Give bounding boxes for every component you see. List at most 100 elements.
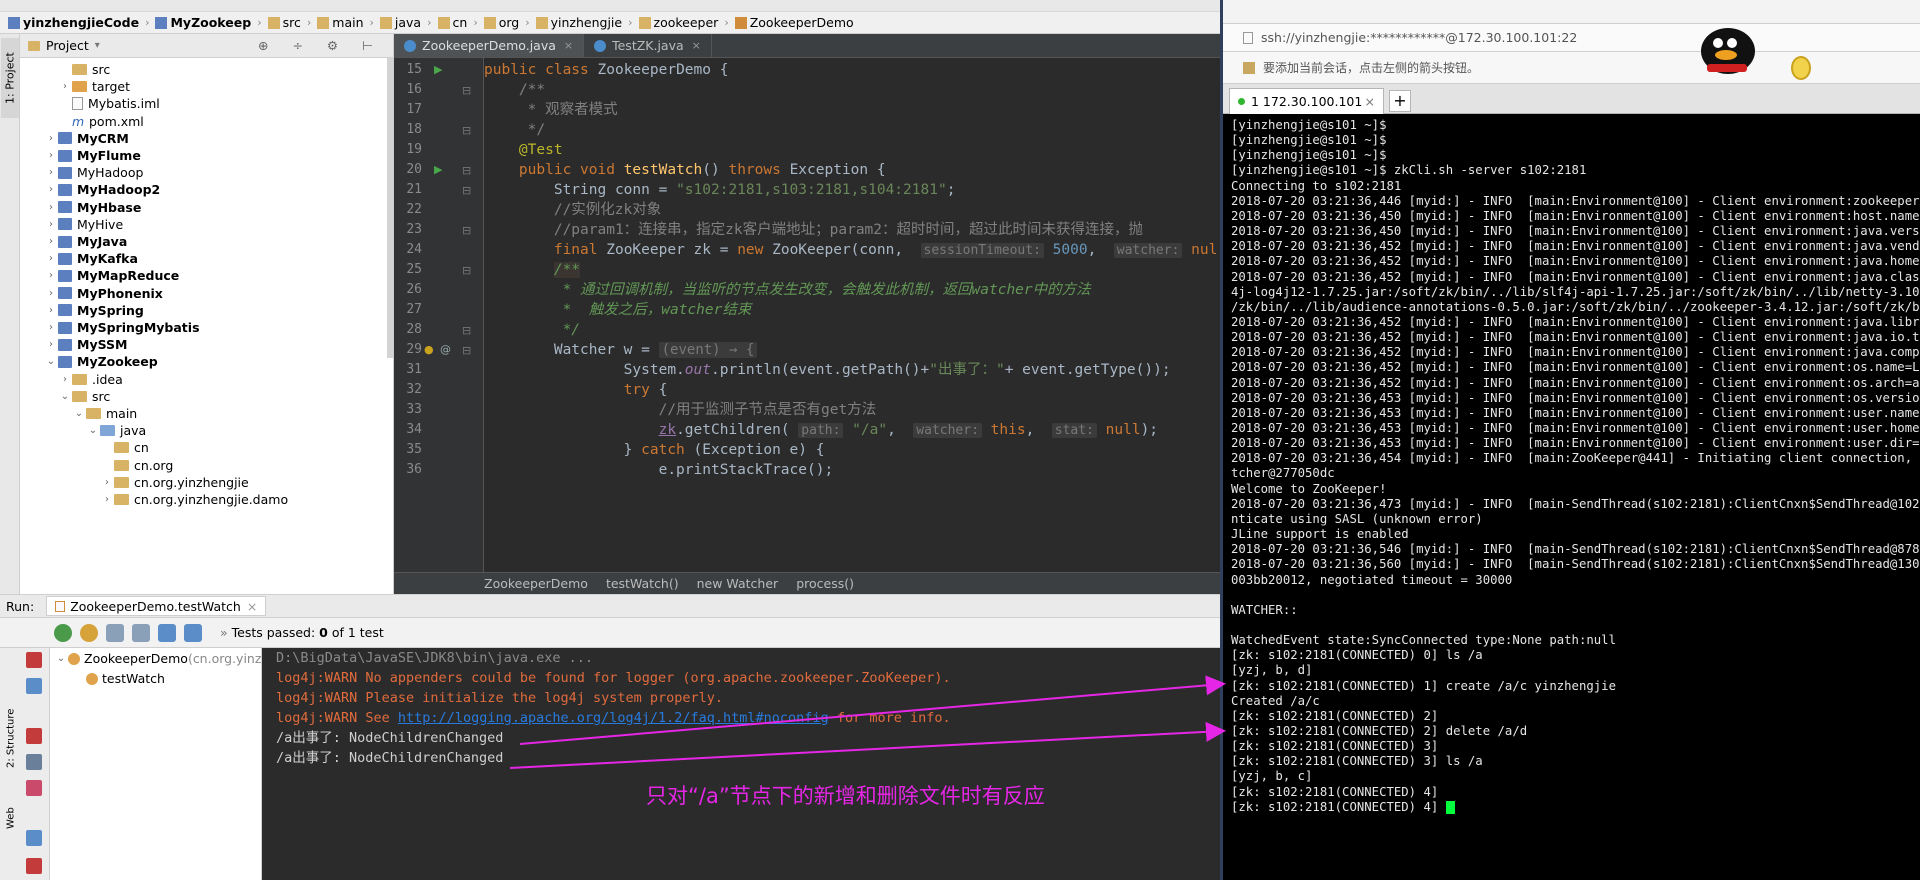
penguin-mascot-icon [1695, 22, 1761, 80]
fold-icon[interactable]: ⊟ [462, 124, 471, 137]
fold-icon[interactable]: ⊟ [462, 224, 471, 237]
line-number: 16 [406, 82, 422, 97]
breadcrumb-item[interactable]: zookeeper [635, 13, 723, 33]
terminal-tabs: 1 172.30.100.101 × + [1223, 84, 1920, 114]
breadcrumb-item[interactable]: java [376, 13, 425, 33]
fold-icon[interactable]: ⊟ [462, 264, 471, 277]
chevron-down-icon[interactable]: ▾ [95, 40, 100, 51]
breadcrumb-item[interactable]: ZookeeperDemo [731, 13, 858, 33]
terminal-screen[interactable]: [yinzhengjie@s101 ~]$ [yinzhengjie@s101 ~… [1223, 114, 1920, 880]
ignored-filter-icon[interactable] [80, 623, 98, 642]
breadcrumb-item[interactable]: cn [434, 13, 472, 33]
folder-icon [86, 408, 101, 419]
terminal-line: 2018-07-20 03:21:36,454 [myid:] - INFO [… [1231, 451, 1920, 466]
tool-tab-structure[interactable]: 2: Structure [2, 698, 20, 778]
ssh-terminal-window: ssh://yinzhengjie:************@172.30.10… [1220, 0, 1920, 880]
passed-filter-icon[interactable] [54, 623, 72, 642]
package-icon [535, 16, 548, 29]
terminal-tab-session[interactable]: 1 172.30.100.101 × [1229, 88, 1384, 114]
tool-tab-project[interactable]: 1: Project [1, 38, 19, 118]
chevron-down-icon[interactable]: ⌄ [72, 403, 86, 424]
run-icon[interactable]: ▶ [434, 163, 442, 176]
lock-icon [1243, 31, 1253, 44]
close-icon[interactable]: × [247, 599, 257, 614]
close-icon[interactable]: × [564, 39, 573, 52]
console-line: D:\BigData\JavaSE\JDK8\bin\java.exe ... [276, 650, 593, 666]
debug-stop-icon[interactable] [26, 728, 42, 744]
export-icon[interactable] [26, 678, 42, 694]
new-tab-button[interactable]: + [1389, 90, 1411, 112]
chevron-down-icon[interactable]: ⌄ [44, 351, 58, 372]
editor-tab[interactable]: TestZK.java × [584, 34, 712, 57]
camera-icon[interactable] [26, 754, 42, 770]
chevron-down-icon[interactable]: ⌄ [54, 648, 68, 669]
line-number: 15 [406, 62, 422, 77]
close-icon[interactable]: × [1365, 94, 1375, 109]
close-icon[interactable]: × [692, 39, 701, 52]
lightbulb-icon[interactable] [1791, 56, 1811, 80]
editor-breadcrumb-item[interactable]: testWatch() [606, 576, 679, 591]
breadcrumb-item[interactable]: src [264, 13, 305, 33]
sort-alpha-icon[interactable] [106, 623, 124, 642]
chevron-down-icon[interactable]: ⌄ [86, 420, 100, 441]
run-console[interactable]: D:\BigData\JavaSE\JDK8\bin\java.exe ... … [262, 648, 1220, 880]
override-icon[interactable]: @ [440, 343, 451, 356]
breadcrumb-separator: › [145, 16, 150, 29]
project-panel-actions[interactable]: ⊕ ÷ ⚙ ⊢ [258, 38, 383, 53]
test-tree-root[interactable]: ⌄ ZookeeperDemo (cn.org.yinz [54, 648, 261, 669]
editor-tabs: ZookeeperDemo.java × TestZK.java × [394, 34, 1220, 58]
project-panel-title[interactable]: Project [46, 38, 89, 53]
source-folder-icon [100, 425, 115, 437]
project-scrollbar[interactable] [387, 58, 393, 358]
package-icon [638, 16, 651, 29]
exit-icon[interactable] [26, 780, 42, 796]
breadcrumb-separator: › [473, 16, 478, 29]
chevron-down-icon[interactable]: ⌄ [58, 386, 72, 407]
fold-icon[interactable]: ⊟ [462, 184, 471, 197]
layout-icon[interactable] [26, 830, 42, 846]
sort-duration-icon[interactable] [132, 623, 150, 642]
terminal-line: 003bb20012, negotiated timeout = 30000 [1231, 572, 1513, 587]
run-icon[interactable]: ▶ [434, 63, 442, 76]
breadcrumb-item[interactable]: yinzhengjieCode [4, 13, 143, 33]
folder-icon [72, 373, 87, 385]
breadcrumb-item[interactable]: main [313, 13, 367, 33]
editor-breadcrumb-item[interactable]: process() [796, 576, 854, 591]
breadcrumb-item[interactable]: org [480, 13, 524, 33]
terminal-line: 2018-07-20 03:21:36,453 [myid:] - INFO [… [1231, 436, 1920, 451]
terminal-address-bar[interactable]: ssh://yinzhengjie:************@172.30.10… [1223, 24, 1920, 52]
java-file-icon [404, 39, 416, 52]
terminal-line: 2018-07-20 03:21:36,452 [myid:] - INFO [… [1231, 375, 1920, 390]
line-number: 24 [406, 242, 422, 257]
breadcrumb-separator: › [369, 16, 374, 29]
chevron-right-icon[interactable]: › [100, 489, 114, 510]
close-run-icon[interactable] [26, 858, 42, 874]
editor-tab[interactable]: ZookeeperDemo.java × [394, 34, 585, 57]
breadcrumb-item[interactable]: yinzhengjie [532, 13, 626, 33]
fold-icon[interactable]: ⊟ [462, 344, 471, 357]
module-icon [58, 183, 72, 196]
fold-icon[interactable]: ⊟ [462, 84, 471, 97]
terminal-line: [yinzhengjie@s101 ~]$ [1231, 133, 1387, 148]
console-line: log4j:WARN No appenders could be found f… [276, 670, 951, 686]
editor-breadcrumb-item[interactable]: ZookeeperDemo [484, 576, 588, 591]
tests-status: » Tests passed: 0 of 1 test [220, 625, 384, 640]
fold-icon[interactable]: ⊟ [462, 164, 471, 177]
terminal-line: /zk/bin/../lib/audience-annotations-0.5.… [1231, 299, 1920, 314]
breakpoint-icon[interactable]: ● [424, 343, 434, 356]
terminal-line: [zk: s102:2181(CONNECTED) 0] ls /a [1231, 648, 1483, 663]
breadcrumb-item[interactable]: MyZookeep [151, 13, 255, 33]
test-tree-child[interactable]: testWatch [86, 668, 165, 689]
collapse-all-icon[interactable] [184, 623, 202, 642]
editor-breadcrumb-item[interactable]: new Watcher [697, 576, 779, 591]
stop-icon[interactable] [26, 652, 42, 668]
tool-tab-web[interactable]: Web [2, 798, 20, 838]
tree-item[interactable]: › cn.org.yinzhengjie.damo [100, 489, 288, 510]
code-area[interactable]: public class ZookeeperDemo { /** * 观察者模式… [484, 58, 1220, 572]
terminal-line: 2018-07-20 03:21:36,453 [myid:] - INFO [… [1231, 390, 1920, 405]
breadcrumb-label: cn [452, 15, 468, 30]
fold-icon[interactable]: ⊟ [462, 324, 471, 337]
faq-link[interactable]: http://logging.apache.org/log4j/1.2/faq.… [398, 710, 829, 726]
expand-all-icon[interactable] [158, 623, 176, 642]
run-tab[interactable]: ZookeeperDemo.testWatch × [46, 596, 267, 616]
